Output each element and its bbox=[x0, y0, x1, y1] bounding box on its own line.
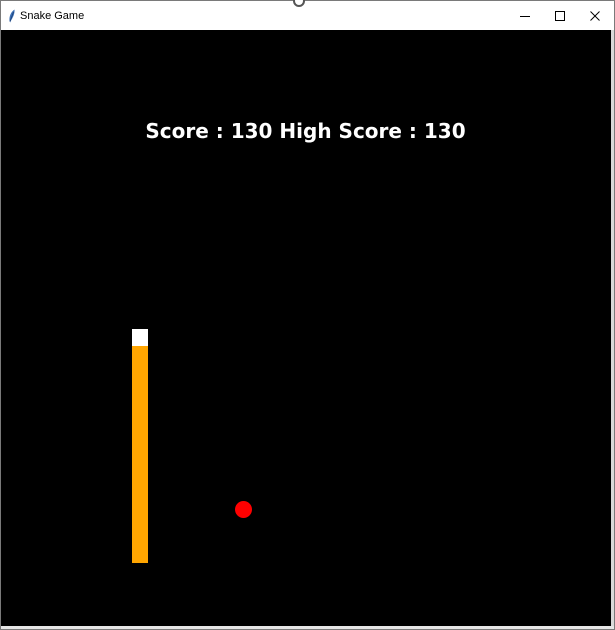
snake-head bbox=[132, 329, 148, 346]
snake-body bbox=[132, 346, 148, 563]
game-window: Snake Game Score : 130 High Score : 130 bbox=[0, 0, 615, 630]
close-button[interactable] bbox=[572, 1, 615, 30]
maximize-icon bbox=[555, 6, 565, 25]
window-edge-bottom bbox=[1, 626, 614, 629]
score-display: Score : 130 High Score : 130 bbox=[145, 119, 466, 143]
game-canvas[interactable]: Score : 130 High Score : 130 bbox=[1, 30, 611, 626]
title-bar[interactable]: Snake Game bbox=[1, 1, 614, 30]
feather-icon bbox=[8, 8, 16, 23]
minimize-icon bbox=[520, 6, 530, 25]
close-icon bbox=[590, 6, 600, 25]
food bbox=[235, 501, 252, 518]
window-title: Snake Game bbox=[20, 10, 85, 22]
window-edge-right bbox=[611, 30, 614, 626]
